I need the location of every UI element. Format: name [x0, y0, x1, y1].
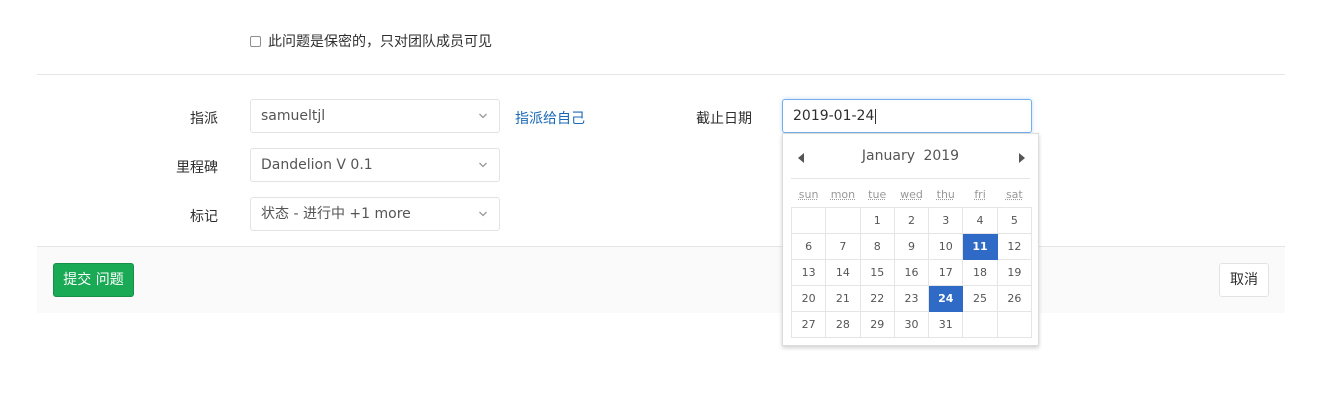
calendar-day[interactable]: 9 — [893, 233, 930, 260]
calendar-week-row: 27 28 29 30 31 — [790, 311, 1033, 338]
calendar-day[interactable]: 1 — [859, 207, 895, 234]
calendar-day[interactable]: 17 — [928, 259, 964, 286]
confidential-label: 此问题是保密的，只对团队成员可见 — [268, 34, 492, 50]
cancel-button[interactable]: 取消 — [1219, 263, 1269, 297]
calendar-day[interactable]: 2 — [893, 207, 930, 234]
calendar-day[interactable]: 25 — [962, 285, 998, 312]
milestone-dropdown[interactable]: Dandelion V 0.1 — [250, 148, 500, 182]
weekday-label: thu — [936, 188, 955, 201]
calendar-day[interactable]: 15 — [859, 259, 895, 286]
calendar-day[interactable]: 27 — [790, 311, 827, 338]
calendar-day[interactable]: 26 — [996, 285, 1033, 312]
assignee-dropdown[interactable]: samueltjl — [250, 99, 500, 133]
calendar-day[interactable]: 6 — [790, 233, 827, 260]
calendar-week-row: 20 21 22 23 24 25 26 — [790, 285, 1033, 312]
calendar-day[interactable]: 20 — [790, 285, 827, 312]
weekday-row: sun mon tue wed thu fri sat — [792, 182, 1032, 208]
calendar-empty-cell — [790, 207, 827, 234]
assignee-value: samueltjl — [261, 108, 326, 124]
confidential-checkbox[interactable] — [250, 35, 261, 47]
weekday-label: tue — [868, 188, 887, 201]
calendar-day[interactable]: 10 — [928, 233, 964, 260]
calendar-empty-cell — [996, 311, 1033, 338]
calendar-day[interactable]: 31 — [928, 311, 964, 338]
weekday-label: fri — [974, 188, 986, 201]
datepicker-popup: January 2019 sun mon tue wed thu fri sat… — [782, 133, 1039, 346]
calendar-day[interactable]: 28 — [825, 311, 861, 338]
submit-issue-button[interactable]: 提交 问题 — [53, 263, 134, 297]
calendar-day[interactable]: 29 — [859, 311, 895, 338]
datepicker-divider — [791, 178, 1030, 179]
weekday-label: sun — [798, 188, 819, 201]
calendar-day[interactable]: 8 — [859, 233, 895, 260]
form-actions: 提交 问题 取消 — [37, 246, 1285, 313]
calendar-day[interactable]: 18 — [962, 259, 998, 286]
calendar-week-row: 12345 — [790, 207, 1033, 234]
calendar-week-row: 6 7 8 9 10 11 12 — [790, 233, 1033, 260]
labels-dropdown[interactable]: 状态 - 进行中 +1 more — [250, 197, 500, 231]
due-date-label: 截止日期 — [696, 111, 752, 127]
calendar-day[interactable]: 23 — [893, 285, 930, 312]
calendar-day[interactable]: 5 — [996, 207, 1033, 234]
calendar-day[interactable]: 4 — [962, 207, 998, 234]
calendar-week-row: 13 14 15 16 17 18 19 — [790, 259, 1033, 286]
calendar-day[interactable]: 3 — [928, 207, 964, 234]
due-date-input[interactable]: 2019-01-24 — [782, 99, 1032, 133]
calendar-day[interactable]: 7 — [825, 233, 861, 260]
chevron-down-icon — [479, 113, 487, 119]
weekday-label: wed — [900, 188, 923, 201]
datepicker-header: January 2019 — [783, 144, 1038, 170]
datepicker-title: January 2019 — [783, 148, 1038, 164]
datepicker-year: 2019 — [923, 148, 960, 164]
next-month-icon[interactable] — [1019, 153, 1025, 163]
calendar-day[interactable]: 14 — [825, 259, 861, 286]
calendar-empty-cell — [825, 207, 861, 234]
calendar-day[interactable]: 24 — [928, 285, 964, 312]
labels-value: 状态 - 进行中 +1 more — [261, 206, 411, 222]
due-date-value: 2019-01-24 — [793, 108, 875, 124]
section-divider — [37, 74, 1285, 75]
assignee-label: 指派 — [190, 111, 218, 127]
chevron-down-icon — [479, 162, 487, 168]
calendar-day[interactable]: 12 — [996, 233, 1033, 260]
weekday-label: sat — [1005, 188, 1023, 201]
calendar-day[interactable]: 30 — [893, 311, 930, 338]
labels-label: 标记 — [190, 209, 218, 225]
calendar-day[interactable]: 22 — [859, 285, 895, 312]
confidential-option[interactable]: 此问题是保密的，只对团队成员可见 — [250, 31, 492, 51]
calendar-grid: sun mon tue wed thu fri sat 1 2 3 4 5 6 7 8 9 10 1… — [790, 182, 1033, 338]
calendar-day[interactable]: 16 — [893, 259, 930, 286]
milestone-value: Dandelion V 0.1 — [261, 157, 373, 173]
calendar-empty-cell — [962, 311, 998, 338]
datepicker-month: January — [861, 148, 915, 164]
calendar-day[interactable]: 11 — [962, 233, 998, 260]
milestone-label: 里程碑 — [176, 160, 218, 176]
chevron-down-icon — [479, 211, 487, 217]
calendar-day[interactable]: 13 — [790, 259, 827, 286]
calendar-day[interactable]: 19 — [996, 259, 1033, 286]
assign-to-self-link[interactable]: 指派给自己 — [515, 108, 585, 128]
weekday-label: mon — [830, 188, 856, 201]
calendar-day[interactable]: 21 — [825, 285, 861, 312]
text-cursor — [875, 108, 877, 124]
